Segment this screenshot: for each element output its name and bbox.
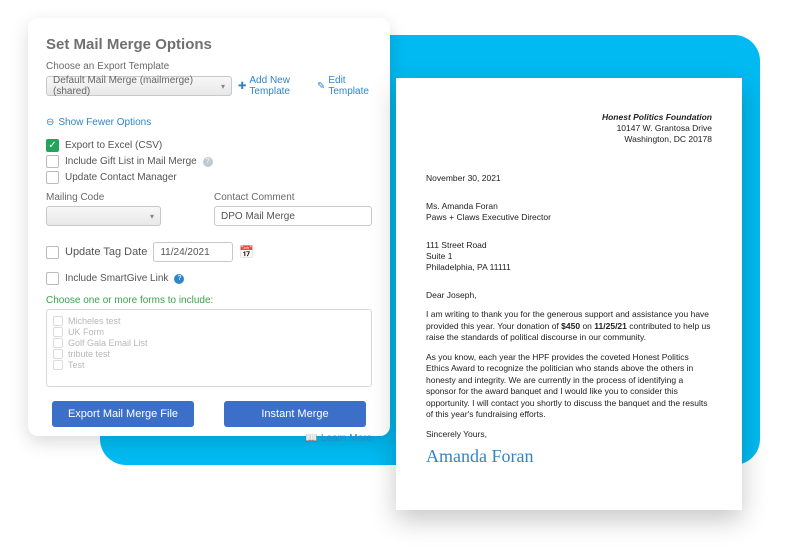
form-item: Test <box>53 360 365 370</box>
chevron-down-icon: ▾ <box>221 82 225 91</box>
letter-p1b: on <box>580 321 594 331</box>
book-icon: 📖 <box>305 433 317 444</box>
include-smartgive-label: Include SmartGive Link <box>65 273 168 284</box>
form-item: tribute test <box>53 349 365 359</box>
form-item: Micheles test <box>53 316 365 326</box>
mailing-code-select[interactable]: ▾ <box>46 206 161 226</box>
learn-more-label: Learn More <box>321 433 372 444</box>
template-label: Choose an Export Template <box>46 61 372 72</box>
form-checkbox[interactable] <box>53 327 63 337</box>
update-tag-date-input[interactable]: 11/24/2021 <box>153 242 233 262</box>
contact-comment-label: Contact Comment <box>214 192 372 203</box>
letter-org-addr2: Washington, DC 20178 <box>426 134 712 145</box>
forms-label: Choose one or more forms to include: <box>46 295 372 306</box>
learn-more-link[interactable]: 📖 Learn More <box>305 433 372 444</box>
export-excel-checkbox[interactable]: ✓ <box>46 139 59 152</box>
panel-title: Set Mail Merge Options <box>46 36 372 53</box>
update-tag-date-label: Update Tag Date <box>65 246 147 258</box>
export-button-label: Export Mail Merge File <box>68 408 178 420</box>
template-selected-text: Default Mail Merge (mailmerge) (shared) <box>53 75 221 97</box>
add-template-label: Add New Template <box>249 75 311 97</box>
form-checkbox[interactable] <box>53 338 63 348</box>
collapse-icon: ⊖ <box>46 117 54 128</box>
export-mail-merge-button[interactable]: Export Mail Merge File <box>52 401 194 427</box>
letter-org-name: Honest Politics Foundation <box>426 112 712 123</box>
contact-comment-value: DPO Mail Merge <box>221 211 295 222</box>
letter-signature: Amanda Foran <box>426 446 712 467</box>
letter-org-addr1: 10147 W. Grantosa Drive <box>426 123 712 134</box>
letter-org-block: Honest Politics Foundation 10147 W. Gran… <box>426 112 712 145</box>
letter-greeting: Dear Joseph, <box>426 290 712 301</box>
form-checkbox[interactable] <box>53 316 63 326</box>
show-fewer-label: Show Fewer Options <box>58 117 151 128</box>
letter-preview: Honest Politics Foundation 10147 W. Gran… <box>396 78 742 510</box>
form-item: UK Form <box>53 327 365 337</box>
letter-recipient-name: Ms. Amanda Foran <box>426 201 712 212</box>
letter-paragraph-2: As you know, each year the HPF provides … <box>426 352 712 421</box>
form-item-label: tribute test <box>68 349 110 359</box>
letter-addr1: 111 Street Road <box>426 240 712 251</box>
letter-addr3: Philadelphia, PA 11111 <box>426 262 712 273</box>
letter-paragraph-1: I am writing to thank you for the genero… <box>426 309 712 343</box>
add-template-link[interactable]: ✚ Add New Template <box>238 75 311 97</box>
letter-recipient-title: Paws + Claws Executive Director <box>426 212 712 223</box>
include-gift-list-checkbox[interactable] <box>46 155 59 168</box>
template-select[interactable]: Default Mail Merge (mailmerge) (shared) … <box>46 76 232 96</box>
instant-merge-label: Instant Merge <box>261 408 328 420</box>
update-tag-date-checkbox[interactable] <box>46 246 59 259</box>
form-checkbox[interactable] <box>53 349 63 359</box>
chevron-down-icon: ▾ <box>150 212 154 221</box>
include-smartgive-checkbox[interactable] <box>46 272 59 285</box>
letter-date: November 30, 2021 <box>426 173 712 184</box>
mailing-code-label: Mailing Code <box>46 192 204 203</box>
form-checkbox[interactable] <box>53 360 63 370</box>
instant-merge-button[interactable]: Instant Merge <box>224 401 366 427</box>
edit-template-link[interactable]: ✎ Edit Template <box>317 75 372 97</box>
update-contact-manager-label: Update Contact Manager <box>65 172 177 183</box>
include-gift-list-label: Include Gift List in Mail Merge <box>65 156 197 167</box>
form-item-label: Micheles test <box>68 316 121 326</box>
letter-addr2: Suite 1 <box>426 251 712 262</box>
forms-listbox[interactable]: Micheles test UK Form Golf Gala Email Li… <box>46 309 372 387</box>
edit-template-label: Edit Template <box>328 75 372 97</box>
letter-donation-date: 11/25/21 <box>594 321 627 331</box>
pencil-icon: ✎ <box>317 81 325 92</box>
export-excel-label: Export to Excel (CSV) <box>65 140 162 151</box>
mail-merge-options-panel: Set Mail Merge Options Choose an Export … <box>28 18 390 436</box>
form-item-label: Golf Gala Email List <box>68 338 148 348</box>
info-icon[interactable]: ? <box>203 157 213 167</box>
form-item-label: Test <box>68 360 85 370</box>
form-item: Golf Gala Email List <box>53 338 365 348</box>
form-item-label: UK Form <box>68 327 104 337</box>
update-tag-date-value: 11/24/2021 <box>160 247 209 258</box>
letter-closing: Sincerely Yours, <box>426 429 712 440</box>
update-contact-manager-checkbox[interactable] <box>46 171 59 184</box>
calendar-icon[interactable]: 📅 <box>239 245 254 259</box>
plus-icon: ✚ <box>238 81 246 92</box>
show-fewer-options-link[interactable]: ⊖ Show Fewer Options <box>46 117 151 128</box>
letter-amount: $450 <box>561 321 580 331</box>
contact-comment-input[interactable]: DPO Mail Merge <box>214 206 372 226</box>
help-icon[interactable]: ? <box>174 274 184 284</box>
